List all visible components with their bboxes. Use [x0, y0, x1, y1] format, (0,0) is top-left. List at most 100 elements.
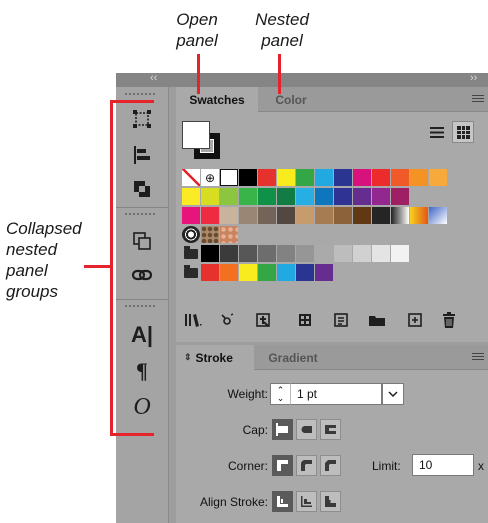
- color-swatch[interactable]: [201, 207, 219, 224]
- color-swatch[interactable]: [239, 264, 257, 281]
- color-swatch[interactable]: [372, 245, 390, 262]
- group-grip[interactable]: [125, 213, 157, 215]
- tab-stroke[interactable]: ⇕ Stroke: [176, 345, 254, 370]
- pattern-c-swatch[interactable]: [220, 226, 238, 243]
- color-swatch[interactable]: [277, 245, 295, 262]
- tab-gradient[interactable]: Gradient: [258, 345, 328, 370]
- color-swatch[interactable]: [296, 207, 314, 224]
- weight-input[interactable]: 1 pt: [290, 383, 382, 405]
- links-icon[interactable]: [130, 263, 154, 287]
- color-swatch[interactable]: [220, 207, 238, 224]
- color-swatch[interactable]: [220, 264, 238, 281]
- registration-swatch[interactable]: ⊕: [201, 169, 219, 186]
- panel-menu-icon[interactable]: [472, 95, 484, 102]
- color-swatch[interactable]: [296, 169, 314, 186]
- color-swatch[interactable]: [258, 245, 276, 262]
- fill-stroke-indicator[interactable]: [182, 121, 224, 161]
- color-swatch[interactable]: [315, 264, 333, 281]
- opentype-icon[interactable]: O: [130, 394, 154, 420]
- color-swatch[interactable]: [277, 188, 295, 205]
- color-swatch[interactable]: [334, 245, 352, 262]
- round-join-button[interactable]: [296, 455, 317, 476]
- color-swatch[interactable]: [334, 169, 352, 186]
- color-swatch[interactable]: [220, 188, 238, 205]
- grid-view-button[interactable]: [452, 121, 474, 143]
- color-swatch[interactable]: [239, 188, 257, 205]
- gradient-orange-swatch[interactable]: [410, 207, 428, 224]
- color-swatch[interactable]: [353, 207, 371, 224]
- color-swatch[interactable]: [315, 207, 333, 224]
- color-swatch[interactable]: [372, 188, 390, 205]
- align-inside-button[interactable]: [296, 491, 317, 512]
- color-swatch[interactable]: [182, 188, 200, 205]
- transform-icon[interactable]: [130, 107, 154, 131]
- color-swatch[interactable]: [372, 207, 390, 224]
- color-swatch[interactable]: [258, 207, 276, 224]
- pathfinder-icon[interactable]: [130, 177, 154, 201]
- fill-swatch[interactable]: [182, 121, 210, 149]
- paragraph-icon[interactable]: ¶: [130, 358, 154, 383]
- limit-input[interactable]: 10: [412, 454, 474, 476]
- swatch-options-icon[interactable]: [252, 309, 274, 331]
- color-swatch[interactable]: [372, 169, 390, 186]
- white-swatch[interactable]: [220, 169, 238, 186]
- color-swatch[interactable]: [239, 245, 257, 262]
- group-grip[interactable]: [125, 93, 157, 95]
- color-swatch[interactable]: [296, 264, 314, 281]
- color-swatch[interactable]: [258, 169, 276, 186]
- bevel-join-button[interactable]: [320, 455, 341, 476]
- collapse-right-icon[interactable]: ››: [470, 72, 477, 84]
- align-outside-button[interactable]: [320, 491, 341, 512]
- color-swatch[interactable]: [201, 264, 219, 281]
- color-swatch[interactable]: [315, 188, 333, 205]
- color-swatch[interactable]: [353, 188, 371, 205]
- character-icon[interactable]: A|: [130, 322, 154, 347]
- color-swatch[interactable]: [258, 188, 276, 205]
- miter-join-button[interactable]: [272, 455, 293, 476]
- new-swatch-icon[interactable]: [404, 309, 426, 331]
- none-swatch[interactable]: [182, 169, 200, 186]
- align-icon[interactable]: [130, 143, 154, 167]
- edit-group-icon[interactable]: [330, 309, 352, 331]
- color-swatch[interactable]: [277, 169, 295, 186]
- show-kinds-icon[interactable]: [216, 309, 238, 331]
- new-group-icon[interactable]: [366, 309, 388, 331]
- expand-toggle-icon[interactable]: ⇕: [184, 352, 192, 363]
- color-swatch[interactable]: [391, 245, 409, 262]
- black-swatch[interactable]: [239, 169, 257, 186]
- color-swatch[interactable]: [277, 264, 295, 281]
- gradient-bw-swatch[interactable]: [391, 207, 409, 224]
- butt-cap-button[interactable]: [272, 419, 293, 440]
- swatch-libraries-icon[interactable]: [182, 309, 204, 331]
- color-swatch[interactable]: [353, 245, 371, 262]
- tab-swatches[interactable]: Swatches: [176, 87, 258, 112]
- color-swatch[interactable]: [391, 188, 409, 205]
- color-group-folder-icon[interactable]: [182, 245, 200, 262]
- list-view-button[interactable]: [426, 121, 448, 143]
- color-swatch[interactable]: [201, 245, 219, 262]
- color-swatch[interactable]: [239, 207, 257, 224]
- color-swatch[interactable]: [296, 245, 314, 262]
- color-group-icon[interactable]: [294, 309, 316, 331]
- color-swatch[interactable]: [334, 188, 352, 205]
- color-swatch[interactable]: [182, 207, 200, 224]
- color-swatch[interactable]: [353, 169, 371, 186]
- gradient-blue-swatch[interactable]: [429, 207, 447, 224]
- group-grip[interactable]: [125, 305, 157, 307]
- color-swatch[interactable]: [296, 188, 314, 205]
- delete-icon[interactable]: [438, 309, 460, 331]
- color-swatch[interactable]: [391, 169, 409, 186]
- projecting-cap-button[interactable]: [320, 419, 341, 440]
- color-swatch[interactable]: [315, 169, 333, 186]
- color-group-folder-icon[interactable]: [182, 264, 200, 281]
- color-swatch[interactable]: [334, 207, 352, 224]
- color-swatch[interactable]: [258, 264, 276, 281]
- round-cap-button[interactable]: [296, 419, 317, 440]
- tab-color[interactable]: Color: [260, 87, 322, 112]
- color-swatch[interactable]: [220, 245, 238, 262]
- align-center-button[interactable]: [272, 491, 293, 512]
- color-swatch[interactable]: [201, 188, 219, 205]
- collapse-left-icon[interactable]: ‹‹: [150, 72, 157, 84]
- color-swatch[interactable]: [277, 207, 295, 224]
- color-swatch[interactable]: [429, 169, 447, 186]
